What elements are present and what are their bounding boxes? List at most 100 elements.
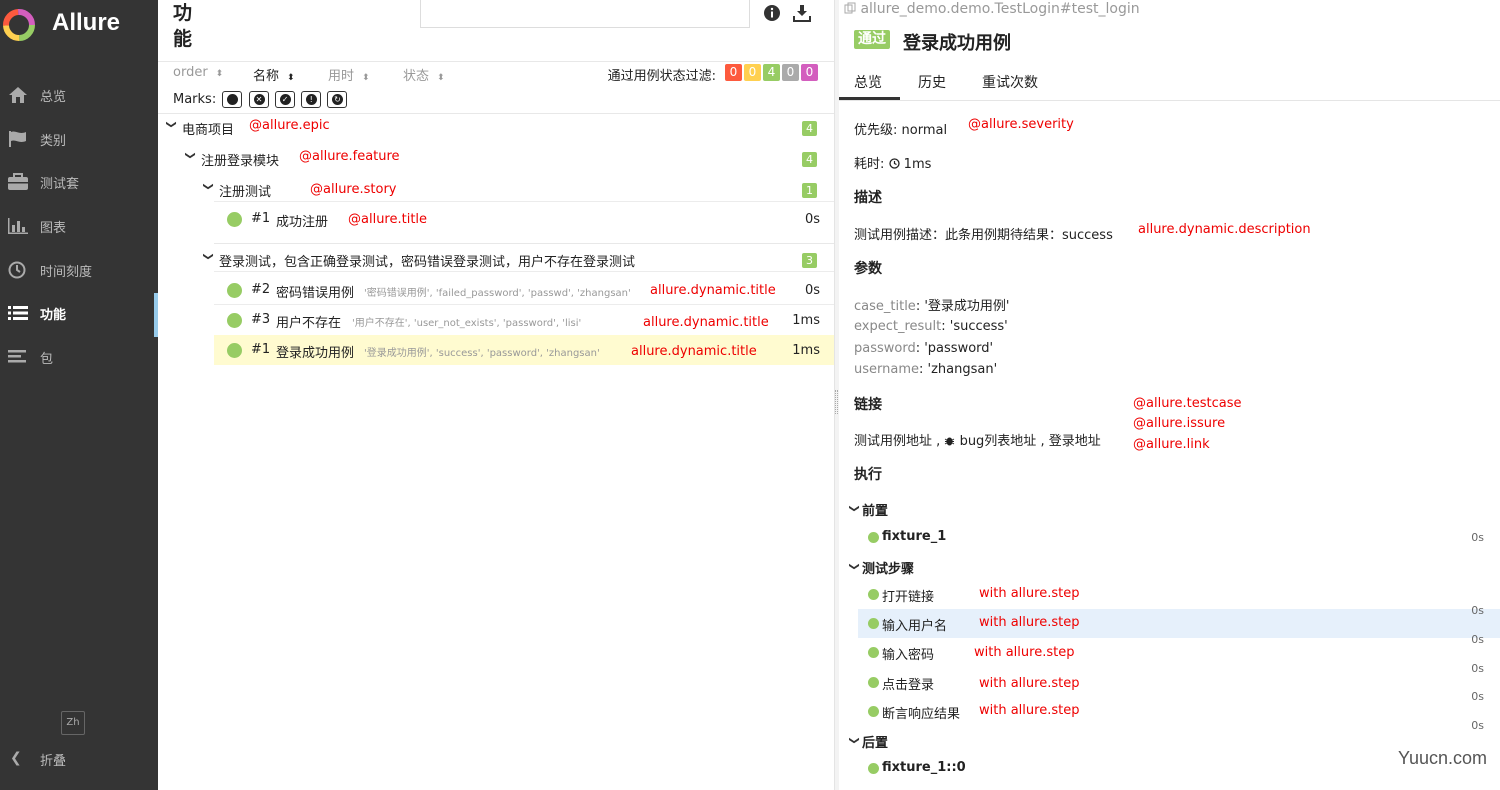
filter-failed[interactable]: 0 [725, 64, 742, 81]
search-input[interactable] [420, 0, 750, 28]
chevron-down-icon[interactable]: ❯ [849, 562, 860, 570]
chevron-down-icon[interactable]: ❯ [849, 736, 860, 744]
sort-arrow-icon: ⬍ [362, 73, 370, 83]
splitter-grip[interactable] [835, 390, 838, 414]
chevron-down-icon: ❯ [202, 252, 214, 261]
testcase-link[interactable]: 测试用例地址 [854, 434, 932, 449]
tab-history[interactable]: 历史 [918, 72, 946, 92]
sort-name[interactable]: 名称 ⬍ [253, 65, 295, 84]
test-case-row[interactable]: #3 用户不存在 '用户不存在', 'user_not_exists', 'pa… [214, 305, 834, 335]
sidebar-item-graphs[interactable]: 图表 [0, 206, 158, 246]
marks-label: Marks: [173, 92, 217, 107]
sidebar-item-behaviors[interactable]: 功能 [0, 293, 158, 337]
case-title: 登录成功用例 [903, 33, 1011, 54]
sidebar-item-suites[interactable]: 测试套 [0, 162, 158, 202]
mark-new-passed-button[interactable]: ✓ [274, 91, 295, 108]
info-icon[interactable] [763, 4, 781, 22]
step-name[interactable]: 输入用户名 [882, 615, 947, 634]
tree-group-epic[interactable]: ❯ 电商项目 @allure.epic 4 [158, 114, 834, 140]
case-duration: 0s [804, 212, 820, 227]
selected-step-highlight [858, 609, 1500, 638]
sort-order[interactable]: order ⬍ [173, 65, 223, 80]
home-icon [9, 87, 27, 103]
annotation: allure.dynamic.description [1138, 222, 1311, 237]
plain-link[interactable]: 登录地址 [1049, 434, 1101, 449]
mark-new-broken-button[interactable]: ! [300, 91, 321, 108]
divider [214, 243, 834, 244]
passed-status-icon [868, 763, 879, 774]
passed-status-icon [227, 283, 242, 298]
sidebar-item-packages[interactable]: 包 [0, 337, 158, 377]
case-duration: 1ms [792, 343, 820, 358]
sidebar-item-label: 功能 [40, 308, 67, 323]
execution-heading: 执行 [854, 467, 882, 483]
sort-label: 用时 [328, 69, 355, 84]
test-case-row[interactable]: #1 成功注册 @allure.title 0s [214, 204, 834, 234]
filter-broken[interactable]: 0 [744, 64, 761, 81]
test-detail-pane: allure_demo.demo.TestLogin#test_login 通过… [839, 0, 1500, 790]
step-name[interactable]: 打开链接 [882, 586, 934, 605]
sidebar-item-timeline[interactable]: 时间刻度 [0, 250, 158, 290]
case-duration: 0s [804, 283, 820, 298]
status-filter-label: 通过用例状态过滤: [607, 69, 716, 84]
step-name[interactable]: 断言响应结果 [882, 703, 960, 722]
step-name[interactable]: 点击登录 [882, 674, 934, 693]
annotation: @allure.epic [249, 118, 330, 133]
tab-overview[interactable]: 总览 [854, 72, 882, 92]
count-badge: 3 [802, 253, 817, 268]
collapse-button[interactable]: ❮ 折叠 [0, 745, 158, 775]
tree-group-feature[interactable]: ❯ 注册登录模块 @allure.feature 4 [158, 145, 834, 171]
sort-status[interactable]: 状态 ⬍ [403, 65, 445, 84]
step-name[interactable]: 输入密码 [882, 644, 934, 663]
links-row: 测试用例地址 , bug列表地址 , 登录地址 [854, 434, 1101, 449]
chevron-down-icon: ❯ [184, 151, 196, 160]
passed-status-icon [868, 532, 879, 543]
mark-retries-button[interactable]: ↻ [326, 91, 347, 108]
annotation: @allure.link [1133, 437, 1210, 452]
chevron-down-icon[interactable]: ❯ [849, 504, 860, 512]
language-switch[interactable]: Zh [61, 711, 85, 735]
filter-passed[interactable]: 4 [763, 64, 780, 81]
case-name: 登录成功用例 [276, 346, 355, 361]
test-case-row-selected[interactable]: #1 登录成功用例 '登录成功用例', 'success', 'password… [214, 335, 834, 365]
sort-header: order ⬍ 名称 ⬍ 用时 ⬍ 状态 ⬍ 通过用例状态过滤: 00400 [173, 64, 833, 85]
setup-fixture[interactable]: fixture_1 [882, 529, 946, 544]
check-circle-icon: ✓ [279, 94, 291, 105]
sort-duration[interactable]: 用时 ⬍ [328, 65, 370, 84]
tree-group-story-register[interactable]: ❯ 注册测试 @allure.story 1 [158, 176, 834, 202]
sidebar-item-categories[interactable]: 类别 [0, 119, 158, 159]
bomb-icon [227, 94, 239, 105]
test-case-row[interactable]: #2 密码错误用例 '密码错误用例', 'failed_password', '… [214, 275, 834, 305]
sidebar-item-label: 测试套 [40, 177, 80, 192]
tree-group-story-login[interactable]: ❯ 登录测试，包含正确登录测试，密码错误登录测试，用户不存在登录测试 3 [158, 246, 834, 272]
annotation: @allure.severity [968, 117, 1074, 132]
mark-flaky-button[interactable] [222, 91, 243, 108]
count-badge: 4 [802, 121, 817, 136]
filter-skipped[interactable]: 0 [782, 64, 799, 81]
case-name: 密码错误用例 [276, 286, 355, 301]
sidebar-item-overview[interactable]: 总览 [0, 75, 158, 115]
teardown-label[interactable]: 后置 [862, 732, 888, 751]
case-order: #1 [251, 211, 271, 226]
param-row: expect_result: 'success' [854, 319, 1008, 334]
issue-link[interactable]: bug列表地址 [960, 434, 1037, 449]
step-duration: 0s [1471, 719, 1484, 732]
filter-unknown[interactable]: 0 [801, 64, 818, 81]
row-divider [214, 201, 834, 202]
step-duration: 0s [1471, 690, 1484, 703]
setup-label[interactable]: 前置 [862, 500, 888, 519]
tab-retries[interactable]: 重试次数 [982, 72, 1038, 92]
refresh-icon: ↻ [331, 94, 343, 105]
mark-new-failed-button[interactable]: ✕ [248, 91, 269, 108]
download-icon[interactable] [793, 4, 811, 22]
briefcase-icon [8, 173, 28, 190]
parameters-heading: 参数 [854, 261, 882, 277]
copy-icon[interactable] [844, 2, 856, 14]
case-name: 用户不存在 [276, 316, 342, 331]
param-value: : 'zhangsan' [919, 362, 998, 377]
brand[interactable]: Allure [0, 0, 158, 52]
teardown-fixture[interactable]: fixture_1::0 [882, 760, 966, 775]
annotation: @allure.feature [299, 149, 400, 164]
steps-label[interactable]: 测试步骤 [862, 558, 914, 577]
param-row: password: 'password' [854, 341, 993, 356]
